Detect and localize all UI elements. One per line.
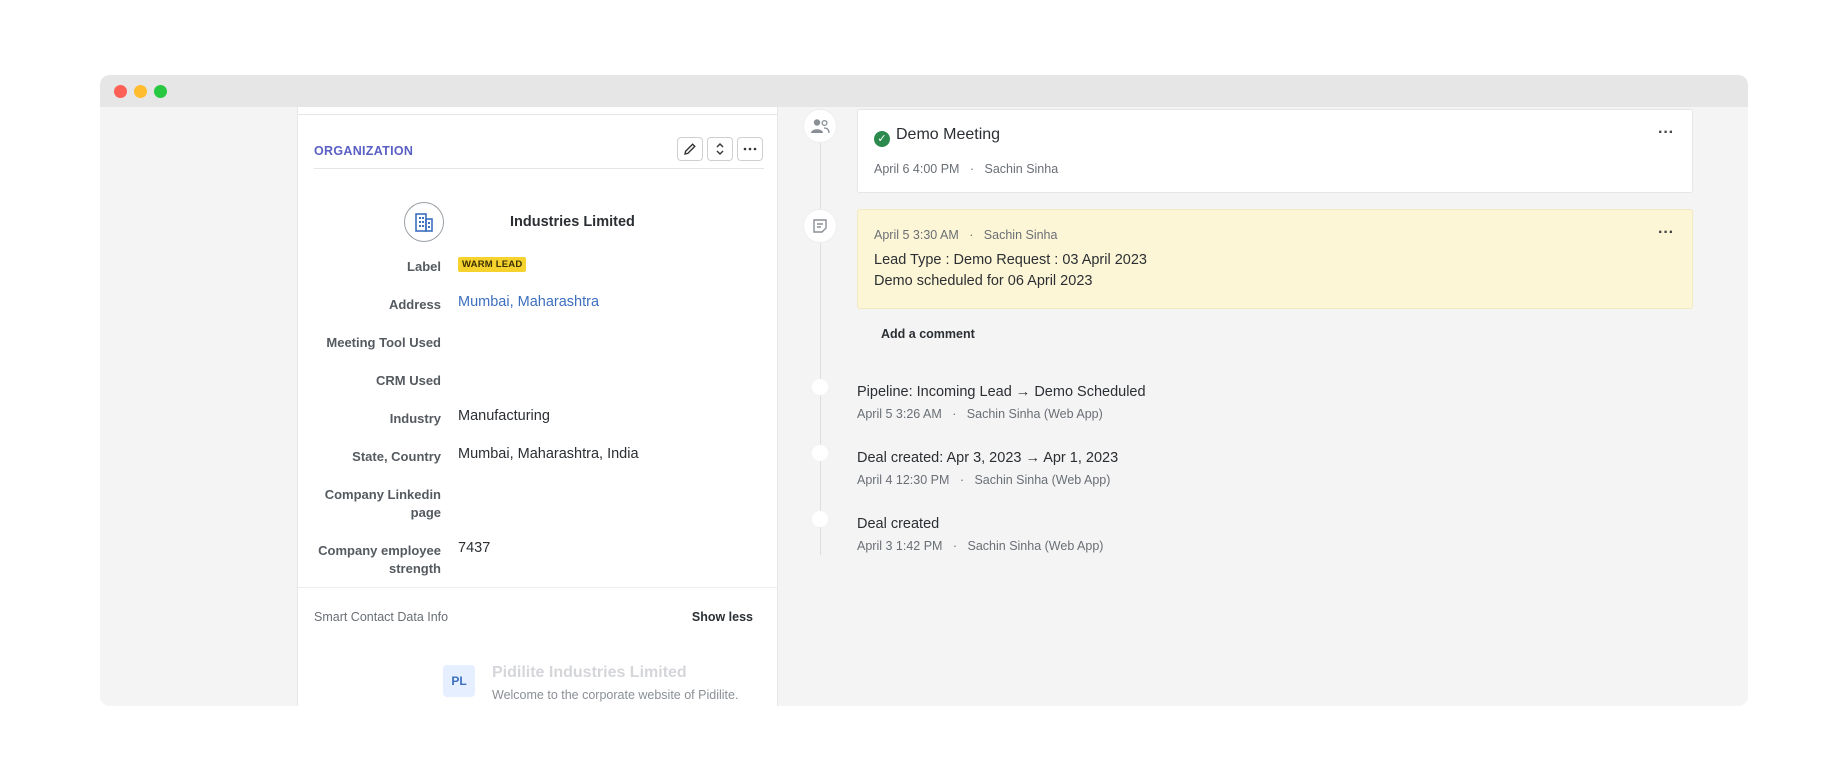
meeting-author: Sachin Sinha xyxy=(984,162,1059,176)
organization-name: Industries Limited xyxy=(510,214,635,230)
timeline-dot xyxy=(812,511,828,527)
previous-card-edge xyxy=(298,107,777,115)
event-meta: April 3 1:42 PM · Sachin Sinha (Web App) xyxy=(857,539,1103,553)
app-window: ORGANIZATION Industries Limited Label WA… xyxy=(100,75,1748,706)
people-icon xyxy=(811,119,830,134)
suggestion-avatar: PL xyxy=(443,665,475,697)
employee-strength-value[interactable]: 7437 xyxy=(458,540,490,556)
show-less-button[interactable]: Show less xyxy=(692,610,753,624)
meeting-timeline-icon xyxy=(803,109,837,143)
field-label-industry: Industry xyxy=(389,411,441,426)
note-time: April 5 3:30 AM xyxy=(874,228,959,242)
organization-logo xyxy=(404,202,444,242)
event-meta: April 5 3:26 AM · Sachin Sinha (Web App) xyxy=(857,407,1103,421)
note-line-2: Demo scheduled for 06 April 2023 xyxy=(874,273,1093,289)
event-time: April 4 12:30 PM xyxy=(857,473,950,487)
meeting-time: April 6 4:00 PM xyxy=(874,162,960,176)
event-author: Sachin Sinha (Web App) xyxy=(974,473,1111,487)
meta-separator: · xyxy=(952,473,971,487)
industry-value[interactable]: Manufacturing xyxy=(458,408,550,424)
close-window-button[interactable] xyxy=(114,85,127,98)
organization-header: ORGANIZATION xyxy=(314,137,764,169)
smart-contact-data-label: Smart Contact Data Info xyxy=(314,610,449,624)
state-country-value[interactable]: Mumbai, Maharashtra, India xyxy=(458,446,639,462)
event-meta: April 4 12:30 PM · Sachin Sinha (Web App… xyxy=(857,473,1110,487)
check-circle-icon: ✓ xyxy=(874,131,890,147)
field-label-crm: CRM Used xyxy=(375,373,441,388)
address-link[interactable]: Mumbai, Maharashtra xyxy=(458,294,599,310)
chevron-up-down-icon xyxy=(716,143,724,155)
meeting-card[interactable]: ✓ Demo Meeting ··· April 6 4:00 PM · Sach… xyxy=(857,109,1693,193)
meta-separator: · xyxy=(945,539,965,553)
note-timeline-icon xyxy=(803,209,837,243)
minimize-window-button[interactable] xyxy=(134,85,147,98)
event-title: Pipeline: Incoming Lead → Demo Scheduled xyxy=(857,384,1146,400)
event-time: April 5 3:26 AM xyxy=(857,407,942,421)
meta-separator: · xyxy=(962,162,982,176)
edit-icon xyxy=(684,143,696,155)
note-author: Sachin Sinha xyxy=(983,228,1058,242)
event-title: Deal created xyxy=(857,516,940,532)
event-author: Sachin Sinha (Web App) xyxy=(966,407,1103,421)
divider xyxy=(298,587,777,588)
add-comment-button[interactable]: Add a comment xyxy=(881,327,975,341)
maximize-window-button[interactable] xyxy=(154,85,167,98)
note-more-button[interactable]: ··· xyxy=(1658,224,1674,242)
field-label-employee-strength: Company employee strength xyxy=(318,543,441,576)
suggestion-name[interactable]: Pidilite Industries Limited xyxy=(492,664,687,682)
meta-separator: · xyxy=(962,228,981,242)
organization-section-title: ORGANIZATION xyxy=(314,144,414,158)
timeline-dot xyxy=(812,379,828,395)
suggestion-description: Welcome to the corporate website of Pidi… xyxy=(492,688,739,702)
note-card[interactable]: April 5 3:30 AM · Sachin Sinha ··· Lead … xyxy=(857,209,1693,309)
event-time: April 3 1:42 PM xyxy=(857,539,943,553)
field-label-meeting-tool: Meeting Tool Used xyxy=(326,335,441,350)
organization-more-button[interactable] xyxy=(737,137,763,161)
expand-collapse-button[interactable] xyxy=(707,137,733,161)
field-label-label: Label xyxy=(407,259,441,274)
meta-separator: · xyxy=(945,407,964,421)
title-bar xyxy=(100,75,1748,107)
warm-lead-badge[interactable]: WARM LEAD xyxy=(458,257,527,272)
note-icon xyxy=(813,219,827,233)
organization-panel: ORGANIZATION Industries Limited Label WA… xyxy=(297,107,778,706)
meeting-meta: April 6 4:00 PM · Sachin Sinha xyxy=(874,162,1058,176)
note-meta: April 5 3:30 AM · Sachin Sinha xyxy=(874,228,1057,242)
timeline-dot xyxy=(812,445,828,461)
event-author: Sachin Sinha (Web App) xyxy=(967,539,1104,553)
building-icon xyxy=(415,213,433,232)
edit-organization-button[interactable] xyxy=(677,137,703,161)
field-label-linkedin: Company Linkedin page xyxy=(324,487,441,520)
field-label-state-country: State, Country xyxy=(352,449,441,464)
event-title: Deal created: Apr 3, 2023 → Apr 1, 2023 xyxy=(857,450,1119,466)
note-line-1: Lead Type : Demo Request : 03 April 2023 xyxy=(874,252,1147,268)
timeline-line xyxy=(820,115,821,555)
meeting-title: Demo Meeting xyxy=(896,126,1001,143)
meeting-title-row: ✓ Demo Meeting xyxy=(874,126,1000,147)
more-icon xyxy=(743,147,757,151)
meeting-more-button[interactable]: ··· xyxy=(1658,124,1674,142)
field-label-address: Address xyxy=(388,297,441,312)
